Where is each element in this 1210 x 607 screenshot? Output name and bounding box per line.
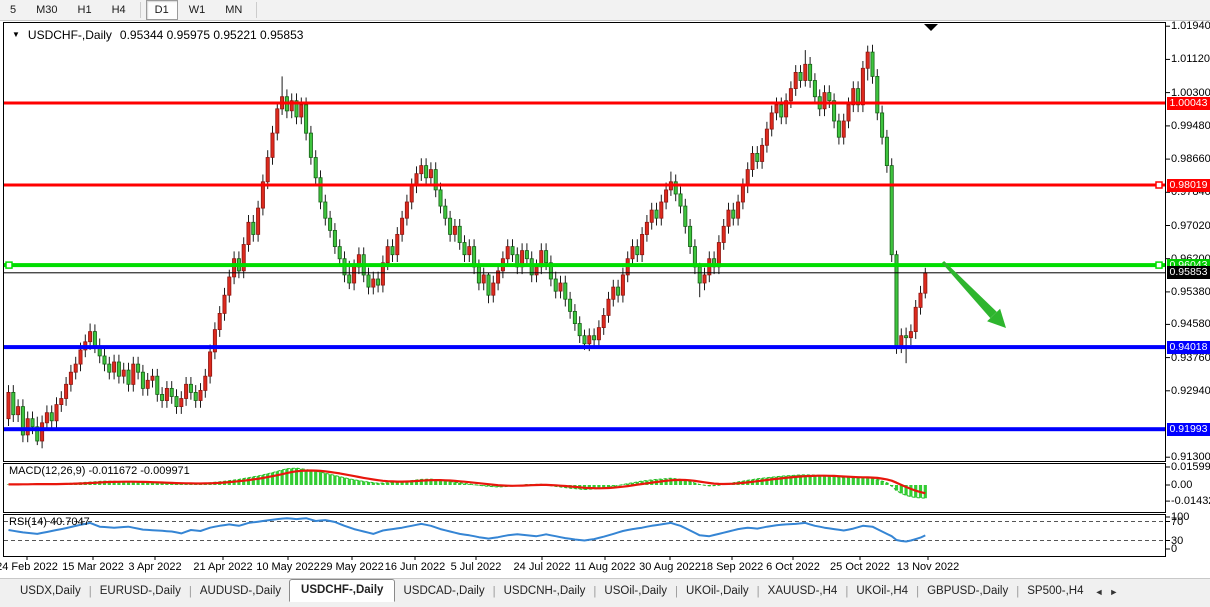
date-label: 18 Sep 2022 [701, 561, 763, 573]
bottom-strip [0, 600, 1210, 607]
chart-menu-triangle-icon[interactable]: ▼ [12, 30, 20, 40]
price-tick-label: 0.99480 [1171, 120, 1210, 132]
timeframe-button-d1[interactable]: D1 [146, 0, 178, 20]
date-label: 6 Oct 2022 [766, 561, 820, 573]
date-label: 15 Mar 2022 [62, 561, 124, 573]
toolbar-separator [256, 2, 257, 18]
date-label: 11 Aug 2022 [575, 561, 636, 573]
date-label: 29 May 2022 [320, 561, 384, 573]
date-label: 5 Jul 2022 [451, 561, 502, 573]
rsi-axis-label: 70 [1171, 516, 1183, 528]
chart-tab-ukoil-h4[interactable]: UKOil-,H4 [848, 581, 916, 601]
macd-axis-label: 0.01599 [1171, 461, 1210, 473]
terminal-window: 5M30H1H4 D1W1MN ▼ USDCHF-,Daily 0.95344 0… [0, 0, 1210, 607]
macd-axis-label: 0.00 [1171, 479, 1192, 491]
chart-tab-usdcnh-daily[interactable]: USDCNH-,Daily [496, 581, 594, 601]
chart-title: ▼ USDCHF-,Daily 0.95344 0.95975 0.95221 … [12, 28, 303, 42]
chart-title-ohlc: 0.95344 0.95975 0.95221 0.95853 [120, 28, 304, 42]
price-badge-1.00043: 1.00043 [1167, 97, 1210, 110]
chart-tab-audusd-daily[interactable]: AUDUSD-,Daily [192, 581, 289, 601]
date-label: 13 Nov 2022 [897, 561, 959, 573]
price-badge-0.95853: 0.95853 [1167, 266, 1210, 279]
timeframe-button-mn[interactable]: MN [216, 0, 251, 20]
date-label: 10 May 2022 [256, 561, 320, 573]
date-label: 16 Jun 2022 [385, 561, 446, 573]
price-tick-label: 1.01940 [1171, 20, 1210, 32]
tab-scroll-right-icon[interactable]: ► [1106, 583, 1121, 601]
chart-tab-eurusd-daily[interactable]: EURUSD-,Daily [92, 581, 189, 601]
chart-tab-gbpusd-daily[interactable]: GBPUSD-,Daily [919, 581, 1016, 601]
timeframe-toolbar: 5M30H1H4 D1W1MN [0, 0, 1210, 21]
rsi-axis-label: 0 [1171, 543, 1177, 555]
date-label: 30 Aug 2022 [639, 561, 701, 573]
chart-tab-bar: USDX,Daily|EURUSD-,Daily|AUDUSD-,DailyUS… [0, 578, 1210, 601]
chart-tab-usdcad-daily[interactable]: USDCAD-,Daily [395, 581, 492, 601]
tab-scroll-left-icon[interactable]: ◄ [1092, 583, 1107, 601]
price-chart-panel[interactable] [3, 22, 1166, 462]
rsi-panel[interactable] [3, 514, 1166, 557]
timeframe-button-h1[interactable]: H1 [69, 0, 101, 20]
date-label: 24 Jul 2022 [514, 561, 571, 573]
price-tick-label: 0.94580 [1171, 318, 1210, 330]
price-badge-0.91993: 0.91993 [1167, 423, 1210, 436]
chart-tab-usoil-daily[interactable]: USOil-,Daily [596, 581, 675, 601]
macd-indicator-label: MACD(12,26,9) -0.011672 -0.009971 [9, 465, 190, 477]
price-tick-label: 0.92940 [1171, 385, 1210, 397]
toolbar-separator [140, 2, 141, 18]
chart-tab-sp500-h4[interactable]: SP500-,H4 [1019, 581, 1091, 601]
timeframe-button-h4[interactable]: H4 [103, 0, 135, 20]
chart-tab-xauusd-h4[interactable]: XAUUSD-,H4 [760, 581, 846, 601]
chart-title-symbol: USDCHF-,Daily [28, 28, 112, 42]
date-label: 24 Feb 2022 [0, 561, 58, 573]
price-tick-label: 0.97020 [1171, 220, 1210, 232]
chart-tab-usdx-daily[interactable]: USDX,Daily [12, 581, 89, 601]
macd-axis-label: -0.014321 [1171, 495, 1210, 507]
timeframe-button-m30[interactable]: M30 [27, 0, 66, 20]
date-label: 25 Oct 2022 [830, 561, 890, 573]
price-tick-label: 1.01120 [1171, 53, 1210, 65]
chart-tab-ukoil-daily[interactable]: UKOil-,Daily [678, 581, 757, 601]
timeframe-button-w1[interactable]: W1 [180, 0, 215, 20]
rsi-indicator-label: RSI(14) 40.7047 [9, 516, 90, 528]
date-label: 21 Apr 2022 [193, 561, 252, 573]
price-tick-label: 0.95380 [1171, 286, 1210, 298]
chart-tab-usdchf-daily[interactable]: USDCHF-,Daily [289, 579, 395, 602]
price-badge-0.94018: 0.94018 [1167, 341, 1210, 354]
timeframe-button-5[interactable]: 5 [1, 0, 25, 20]
price-tick-label: 0.98660 [1171, 153, 1210, 165]
date-label: 3 Apr 2022 [128, 561, 181, 573]
price-badge-0.98019: 0.98019 [1167, 179, 1210, 192]
